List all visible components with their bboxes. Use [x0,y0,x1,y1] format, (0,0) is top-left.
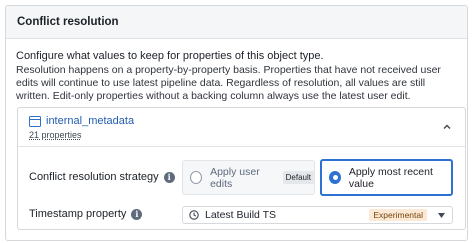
default-tag: Default [282,171,314,184]
table-icon [29,115,41,127]
timestamp-row: Timestamp property i [29,208,143,220]
chevron-up-icon[interactable] [443,123,451,131]
info-icon[interactable]: i [131,208,143,220]
object-name-link[interactable]: internal_metadata [46,115,134,127]
conflict-resolution-panel: Conflict resolution Configure what value… [5,5,468,241]
info-icon[interactable]: i [163,171,175,183]
option-label: Apply most recent value [348,165,433,190]
radio-checked[interactable] [329,171,341,184]
option-apply-most-recent-value[interactable]: Apply most recent value [320,159,453,196]
panel-header: Conflict resolution [6,6,467,39]
description-detail: Resolution happens on a property-by-prop… [16,64,441,103]
radio-unchecked[interactable] [190,171,203,184]
object-card-header[interactable]: internal_metadata 21 properties [18,108,465,147]
clock-icon [189,210,199,220]
properties-count-link[interactable]: 21 properties [29,130,82,140]
strategy-row: Conflict resolution strategy i [29,171,175,183]
description-line: Configure what values to keep for proper… [16,50,324,62]
select-value: Latest Build TS [205,209,277,221]
option-label: Apply user edits [210,165,260,190]
panel-title: Conflict resolution [17,16,119,28]
object-card: internal_metadata 21 properties Conflict… [17,107,466,230]
timestamp-label: Timestamp property [29,208,127,220]
experimental-tag: Experimental [369,209,427,221]
timestamp-property-select[interactable]: Latest Build TS Experimental [182,206,453,224]
panel-body: Configure what values to keep for proper… [6,39,467,104]
caret-down-icon[interactable] [438,213,445,218]
option-apply-user-edits[interactable]: Apply user edits Default [182,160,315,195]
strategy-label: Conflict resolution strategy [29,171,159,183]
